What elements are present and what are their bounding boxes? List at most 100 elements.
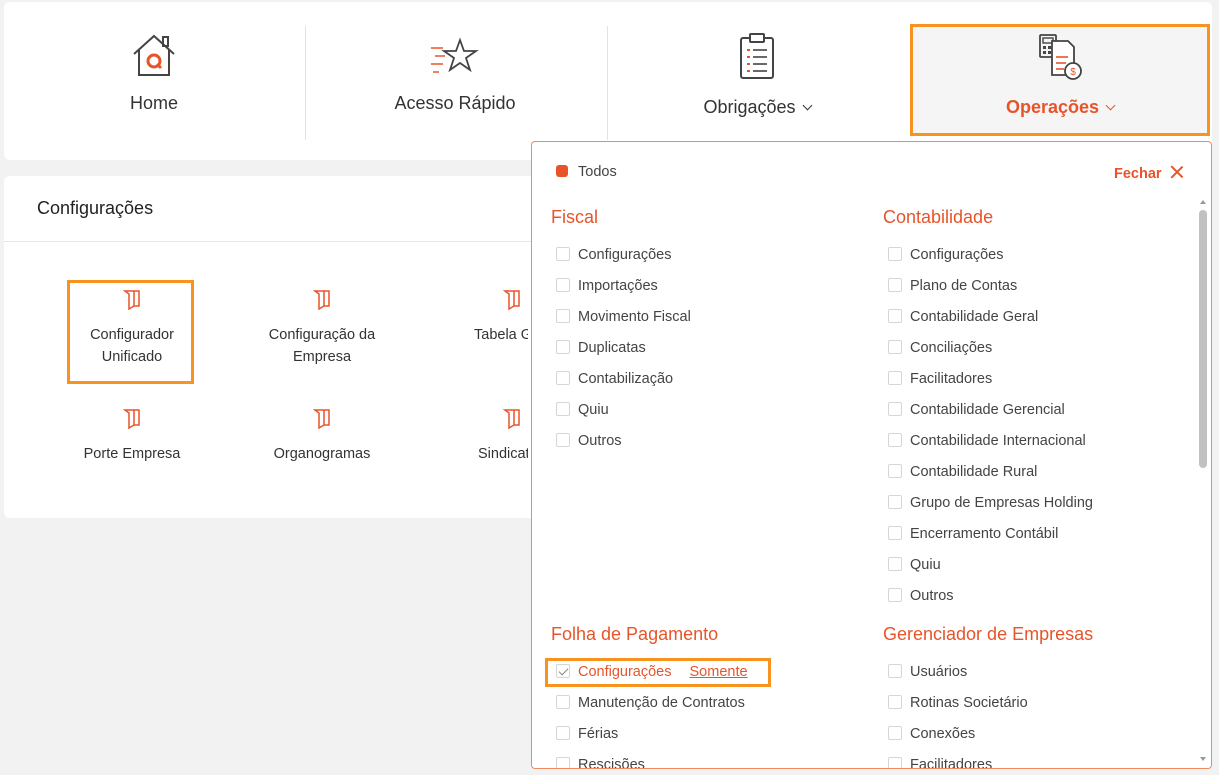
folha-item[interactable]: Férias (556, 724, 618, 744)
checkbox[interactable] (556, 757, 570, 768)
checkbox[interactable] (888, 464, 902, 478)
section-contabilidade-title: Contabilidade (883, 207, 994, 227)
checkbox[interactable] (556, 247, 570, 261)
tile-organogramas[interactable]: Organogramas (237, 409, 407, 465)
fiscal-item[interactable]: Importações (556, 276, 658, 296)
checkbox[interactable] (888, 247, 902, 261)
top-navigation: Home Acesso Rápido Obrigações $ Operaçõe… (4, 2, 1212, 160)
folha-item[interactable]: Rescisões (556, 755, 645, 769)
checkbox[interactable] (888, 402, 902, 416)
checkbox[interactable] (888, 340, 902, 354)
item-label: Importações (578, 278, 658, 294)
item-label: Contabilidade Gerencial (910, 402, 1065, 418)
item-label: Rescisões (578, 757, 645, 769)
contabilidade-item[interactable]: Outros (888, 586, 954, 606)
clipboard-icon (740, 33, 774, 79)
highlight-box (67, 280, 194, 384)
checkbox[interactable] (556, 278, 570, 292)
highlight-box (545, 658, 771, 687)
nav-obrigacoes[interactable]: Obrigações (607, 2, 907, 142)
scroll-down-icon[interactable] (1200, 757, 1206, 761)
checkbox[interactable] (556, 726, 570, 740)
contabilidade-item[interactable]: Facilitadores (888, 369, 992, 389)
fechar-button[interactable]: Fechar (1114, 164, 1184, 182)
contabilidade-item[interactable]: Encerramento Contábil (888, 524, 1058, 544)
home-icon (133, 34, 175, 76)
tile-tabela[interactable]: Tabela G (428, 290, 528, 346)
tile-sindicatos[interactable]: Sindicat (428, 409, 528, 465)
contabilidade-item[interactable]: Contabilidade Internacional (888, 431, 1086, 451)
checkbox[interactable] (888, 695, 902, 709)
contabilidade-item[interactable]: Quiu (888, 555, 941, 575)
gerenciador-item[interactable]: Rotinas Societário (888, 693, 1028, 713)
contabilidade-item[interactable]: Conciliações (888, 338, 992, 358)
fiscal-item[interactable]: Duplicatas (556, 338, 646, 358)
nav-operacoes[interactable]: $ Operações (910, 24, 1210, 136)
item-label: Usuários (910, 664, 968, 680)
chevron-down-icon (1105, 100, 1116, 111)
item-label: Configurações (910, 247, 1004, 263)
section-gerenciador-title: Gerenciador de Empresas (883, 624, 1094, 644)
scrollbar-thumb[interactable] (1199, 210, 1207, 468)
fiscal-item[interactable]: Contabilização (556, 369, 673, 389)
contabilidade-item[interactable]: Contabilidade Gerencial (888, 400, 1065, 420)
item-label: Contabilização (578, 371, 674, 387)
checkbox[interactable] (888, 757, 902, 768)
document-icon (313, 409, 330, 429)
folha-item[interactable]: Manutenção de Contratos (556, 693, 745, 713)
fiscal-item[interactable]: Outros (556, 431, 622, 451)
contabilidade-item[interactable]: Configurações (888, 245, 1004, 265)
chevron-down-icon (802, 100, 812, 111)
scroll-up-icon[interactable] (1200, 200, 1206, 204)
checkbox[interactable] (888, 526, 902, 540)
section-folha-title: Folha de Pagamento (551, 624, 719, 644)
todos-indicator-icon (556, 165, 568, 177)
contabilidade-item[interactable]: Contabilidade Geral (888, 307, 1038, 327)
nav-home[interactable]: Home (4, 2, 304, 142)
checkbox[interactable] (888, 588, 902, 602)
item-label: Férias (578, 726, 619, 742)
checkbox[interactable] (556, 309, 570, 323)
item-label: Conciliações (910, 340, 993, 356)
item-label: Encerramento Contábil (910, 526, 1059, 542)
contabilidade-item[interactable]: Grupo de Empresas Holding (888, 493, 1093, 513)
item-label: Contabilidade Internacional (910, 433, 1086, 449)
contabilidade-item[interactable]: Plano de Contas (888, 276, 1017, 296)
gerenciador-item[interactable]: Facilitadores (888, 755, 992, 768)
scrollbar[interactable] (1199, 198, 1207, 763)
nav-operacoes-label: Operações (913, 97, 1207, 118)
checkbox[interactable] (888, 557, 902, 571)
nav-acesso-rapido[interactable]: Acesso Rápido (305, 2, 605, 142)
gerenciador-item[interactable]: Usuários (888, 662, 967, 682)
tile-configuracao-empresa[interactable]: Configuração da Empresa (237, 290, 407, 368)
checkbox[interactable] (888, 433, 902, 447)
item-label: Outros (910, 588, 954, 604)
item-label: Contabilidade Rural (910, 464, 1038, 480)
checkbox[interactable] (888, 664, 902, 678)
panel-title: Configurações (37, 198, 154, 218)
todos-filter[interactable]: Todos (556, 164, 617, 180)
checkbox[interactable] (556, 433, 570, 447)
checkbox[interactable] (888, 726, 902, 740)
todos-label: Todos (578, 164, 617, 180)
checkbox[interactable] (888, 309, 902, 323)
gerenciador-item[interactable]: Conexões (888, 724, 975, 744)
fiscal-item[interactable]: Quiu (556, 400, 609, 420)
document-icon (123, 409, 140, 429)
item-label: Facilitadores (910, 371, 993, 387)
tile-porte-empresa[interactable]: Porte Empresa (47, 409, 217, 465)
contabilidade-item[interactable]: Contabilidade Rural (888, 462, 1037, 482)
fiscal-item[interactable]: Configurações (556, 245, 672, 265)
tile-label: Configuração da Empresa (268, 327, 376, 365)
fiscal-item[interactable]: Movimento Fiscal (556, 307, 691, 327)
fechar-label: Fechar (1114, 166, 1162, 182)
checkbox[interactable] (888, 371, 902, 385)
checkbox[interactable] (556, 402, 570, 416)
tile-label: Organogramas (273, 446, 371, 462)
checkbox[interactable] (556, 695, 570, 709)
nav-obrigacoes-label: Obrigações (607, 97, 907, 118)
checkbox[interactable] (888, 495, 902, 509)
checkbox[interactable] (556, 371, 570, 385)
checkbox[interactable] (556, 340, 570, 354)
checkbox[interactable] (888, 278, 902, 292)
